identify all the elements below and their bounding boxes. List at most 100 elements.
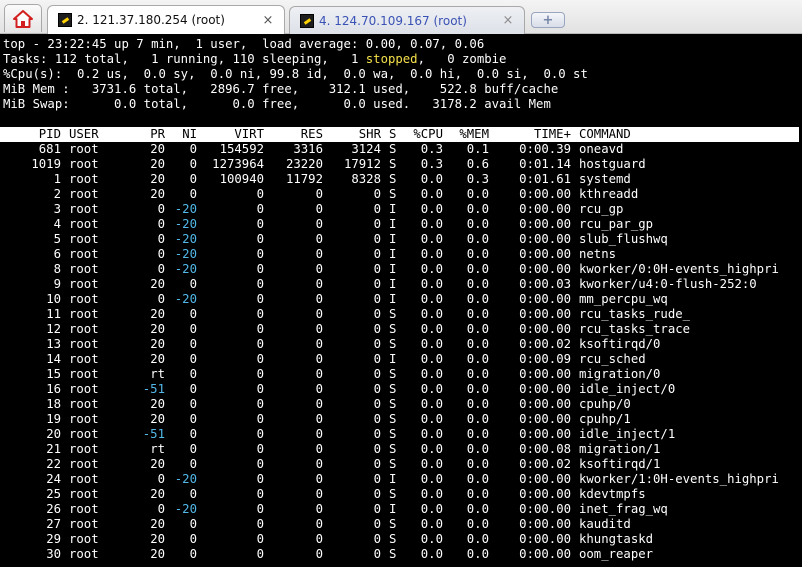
cell-time: 0:00.00 <box>519 322 571 336</box>
cell-res: 0 <box>315 247 323 261</box>
cell-cpu: 0.0 <box>420 172 443 186</box>
process-table-body: 681 root 20 0 154592 3316 3124 S 0.3 0.1 0:00.39 on… <box>3 142 802 562</box>
cell-state: I <box>389 247 397 261</box>
tab-session-4[interactable]: 4. 124.70.109.167 (root) × <box>289 6 525 34</box>
cell-pid: 4 <box>53 217 61 231</box>
cell-cpu: 0.0 <box>420 322 443 336</box>
cell-shr: 0 <box>373 337 381 351</box>
close-tab-icon[interactable]: × <box>260 13 276 28</box>
cell-command: mm_percpu_wq <box>579 292 668 306</box>
cell-res: 0 <box>315 307 323 321</box>
cell-res: 23220 <box>285 157 323 171</box>
col-virt: VIRT <box>234 127 264 141</box>
table-row: 3 root 0 -20 0 0 0 I 0.0 0.0 0:00.00 rcu_gp <box>3 202 802 217</box>
cell-user: root <box>69 352 99 366</box>
cell-state: S <box>389 337 397 351</box>
cell-nice: -20 <box>174 247 197 261</box>
cell-time: 0:00.00 <box>519 187 571 201</box>
cell-pid: 29 <box>46 532 61 546</box>
cell-virt: 0 <box>256 532 264 546</box>
cell-virt: 0 <box>256 352 264 366</box>
cell-nice: 0 <box>189 157 197 171</box>
cell-cpu: 0.0 <box>420 412 443 426</box>
new-tab-button[interactable]: + <box>531 12 565 28</box>
cell-virt: 0 <box>256 187 264 201</box>
cell-state: I <box>389 262 397 276</box>
cell-pid: 27 <box>46 517 61 531</box>
home-button[interactable] <box>4 4 42 32</box>
cell-shr: 0 <box>373 187 381 201</box>
cell-cpu: 0.0 <box>420 247 443 261</box>
cell-cpu: 0.0 <box>420 382 443 396</box>
cell-nice: 0 <box>189 517 197 531</box>
cell-time: 0:00.09 <box>519 352 571 366</box>
cell-shr: 0 <box>373 427 381 441</box>
cell-command: rcu_par_gp <box>579 217 654 231</box>
cell-mem: 0.0 <box>466 442 489 456</box>
cell-state: S <box>389 457 397 471</box>
cell-virt: 0 <box>256 382 264 396</box>
cell-command: migration/1 <box>579 442 661 456</box>
cell-mem: 0.0 <box>466 532 489 546</box>
table-row: 1019 root 20 0 1273964 23220 17912 S 0.3 0.6 0:01.… <box>3 157 802 172</box>
cell-priority: 20 <box>150 352 165 366</box>
cell-user: root <box>69 547 99 561</box>
cell-pid: 1 <box>53 172 61 186</box>
cell-command: ksoftirqd/0 <box>579 337 661 351</box>
col-command: COMMAND <box>579 127 631 141</box>
cell-time: 0:00.00 <box>519 307 571 321</box>
cell-res: 0 <box>315 382 323 396</box>
cell-virt: 0 <box>256 367 264 381</box>
cell-mem: 0.0 <box>466 217 489 231</box>
cell-command: systemd <box>579 172 631 186</box>
cell-mem: 0.0 <box>466 367 489 381</box>
cell-user: root <box>69 442 99 456</box>
cell-command: kworker/u4:0-flush-252:0 <box>579 277 757 291</box>
cell-user: root <box>69 247 99 261</box>
cell-state: I <box>389 502 397 516</box>
cell-time: 0:00.00 <box>519 502 571 516</box>
terminal-output[interactable]: top - 23:22:45 up 7 min, 1 user, load av… <box>0 35 802 567</box>
tab-session-2[interactable]: 2. 121.37.180.254 (root) × <box>47 5 285 34</box>
cell-res: 0 <box>315 457 323 471</box>
table-row: 30 root 20 0 0 0 0 S 0.0 0.0 0:00.00 oom_reaper <box>3 547 802 562</box>
cell-state: I <box>389 277 397 291</box>
cell-command: rcu_sched <box>579 352 646 366</box>
table-row: 10 root 0 -20 0 0 0 I 0.0 0.0 0:00.00 mm_percpu_wq <box>3 292 802 307</box>
cell-state: I <box>389 202 397 216</box>
cell-virt: 0 <box>256 412 264 426</box>
cell-shr: 8328 <box>351 172 381 186</box>
cell-time: 0:00.00 <box>519 532 571 546</box>
cell-cpu: 0.0 <box>420 277 443 291</box>
table-row: 19 root 20 0 0 0 0 S 0.0 0.0 0:00.00 cpuhp/1 <box>3 412 802 427</box>
close-tab-icon[interactable]: × <box>500 13 516 28</box>
cell-mem: 0.0 <box>466 202 489 216</box>
cell-shr: 0 <box>373 517 381 531</box>
cell-command: idle_inject/0 <box>579 382 676 396</box>
cell-user: root <box>69 412 99 426</box>
cell-virt: 0 <box>256 247 264 261</box>
cell-priority: 20 <box>150 172 165 186</box>
cell-cpu: 0.3 <box>420 157 443 171</box>
cell-command: ksoftirqd/1 <box>579 457 661 471</box>
cell-time: 0:00.08 <box>519 442 571 456</box>
cell-pid: 9 <box>53 277 61 291</box>
cell-pid: 21 <box>46 442 61 456</box>
cell-virt: 0 <box>256 232 264 246</box>
table-row: 16 root -51 0 0 0 0 S 0.0 0.0 0:00.00 idle_inject/0 <box>3 382 802 397</box>
cell-command: oom_reaper <box>579 547 654 561</box>
cell-res: 0 <box>315 187 323 201</box>
cell-priority: 20 <box>150 397 165 411</box>
cell-pid: 24 <box>46 472 61 486</box>
cell-shr: 0 <box>373 322 381 336</box>
cell-mem: 0.0 <box>466 382 489 396</box>
cell-virt: 0 <box>256 487 264 501</box>
cell-shr: 0 <box>373 292 381 306</box>
cell-state: S <box>389 442 397 456</box>
cell-shr: 0 <box>373 502 381 516</box>
cell-shr: 0 <box>373 532 381 546</box>
cell-virt: 0 <box>256 397 264 411</box>
cell-command: cpuhp/1 <box>579 412 631 426</box>
cell-shr: 0 <box>373 217 381 231</box>
cell-cpu: 0.0 <box>420 457 443 471</box>
